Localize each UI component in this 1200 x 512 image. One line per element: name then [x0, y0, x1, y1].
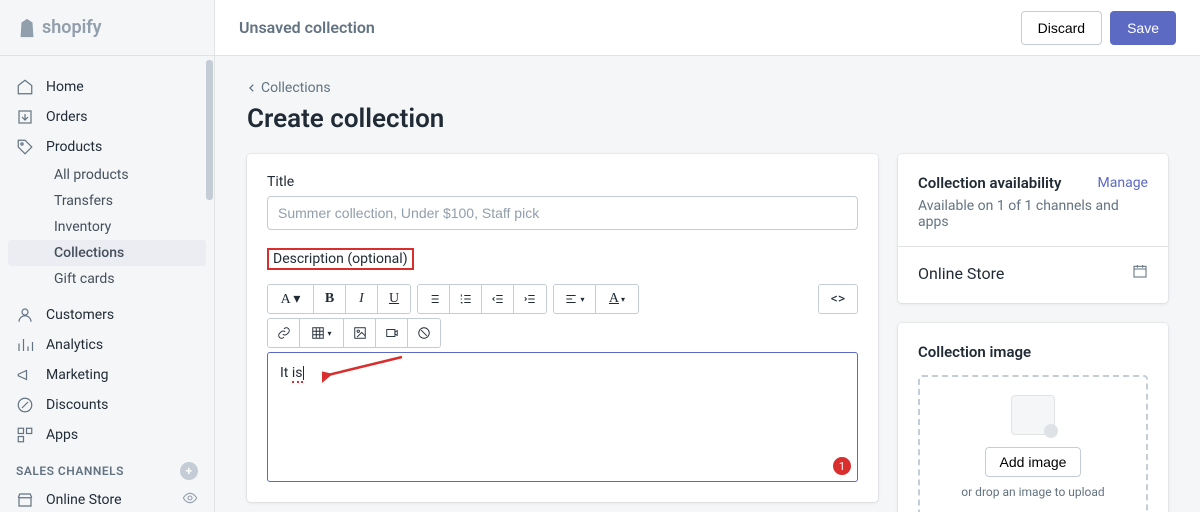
content-row: Title Description (optional) A ▾ B I U [247, 154, 1168, 512]
nav-apps[interactable]: Apps [0, 420, 214, 450]
calendar-icon[interactable] [1132, 263, 1148, 283]
nav-products[interactable]: Products [0, 132, 214, 162]
discounts-icon [16, 396, 34, 414]
image-card-title: Collection image [918, 343, 1148, 361]
divider [898, 246, 1168, 247]
description-editor[interactable]: It is 1 [267, 352, 858, 482]
main-content: Collections Create collection Title Desc… [215, 56, 1200, 512]
nav-label: Customers [46, 307, 114, 323]
title-input[interactable] [267, 196, 858, 230]
nav-home[interactable]: Home [0, 72, 214, 102]
html-button[interactable]: <> [819, 285, 857, 313]
nav-label: Discounts [46, 397, 108, 413]
page-title: Create collection [247, 104, 1168, 134]
outdent-button[interactable] [482, 285, 514, 313]
side-column: Collection availability Manage Available… [898, 154, 1168, 512]
annotation-badge: 1 [833, 457, 851, 475]
breadcrumb-back[interactable]: Collections [247, 80, 1168, 96]
rte-toolbar: A ▾ B I U ▾ A ▾ [267, 284, 858, 348]
view-store-icon[interactable] [182, 490, 198, 510]
channel-name: Online Store [918, 264, 1004, 283]
text-cursor [303, 366, 304, 380]
discard-button[interactable]: Discard [1021, 11, 1102, 45]
collection-form-card: Title Description (optional) A ▾ B I U [247, 154, 878, 502]
topbar-main: Unsaved collection Discard Save [215, 11, 1200, 45]
description-label: Description (optional) [267, 248, 414, 270]
image-dropzone[interactable]: Add image or drop an image to upload [918, 375, 1148, 512]
image-placeholder-icon [1011, 395, 1055, 435]
editor-text-pre: It [280, 365, 292, 381]
logo-area: shopify [0, 0, 215, 55]
description-label-wrap: Description (optional) [267, 248, 858, 276]
availability-text: Available on 1 of 1 channels and apps [918, 198, 1148, 230]
image-card: Collection image Add image or drop an im… [898, 323, 1168, 512]
nav-discounts[interactable]: Discounts [0, 390, 214, 420]
save-button[interactable]: Save [1110, 11, 1176, 45]
add-image-button[interactable]: Add image [985, 447, 1082, 477]
analytics-icon [16, 336, 34, 354]
editor-text-spell: is [292, 365, 303, 383]
clear-format-button[interactable] [408, 319, 440, 347]
underline-button[interactable]: U [378, 285, 410, 313]
marketing-icon [16, 366, 34, 384]
title-label: Title [267, 174, 858, 190]
bold-button[interactable]: B [314, 285, 346, 313]
sidebar: Home Orders Products All products Transf… [0, 56, 215, 512]
topbar: shopify Unsaved collection Discard Save [0, 0, 1200, 56]
nav-label: Orders [46, 109, 88, 125]
customers-icon [16, 306, 34, 324]
annotation-arrow [322, 353, 412, 385]
breadcrumb-label: Collections [261, 80, 331, 96]
sales-channels-label: SALES CHANNELS [16, 464, 124, 478]
page-status-title: Unsaved collection [239, 18, 375, 37]
link-button[interactable] [268, 319, 300, 347]
manage-link[interactable]: Manage [1098, 175, 1148, 191]
layout: Home Orders Products All products Transf… [0, 56, 1200, 512]
orders-icon [16, 108, 34, 126]
color-dropdown[interactable]: A ▾ [596, 285, 638, 313]
products-icon [16, 138, 34, 156]
nav-label: Online Store [46, 492, 170, 508]
availability-card: Collection availability Manage Available… [898, 154, 1168, 303]
nav-label: Apps [46, 427, 78, 443]
scrollbar-thumb[interactable] [206, 60, 213, 200]
subnav-inventory[interactable]: Inventory [8, 214, 206, 240]
store-icon [16, 491, 34, 509]
home-icon [16, 78, 34, 96]
sales-channels-header: SALES CHANNELS + [0, 450, 214, 484]
nav-label: Marketing [46, 367, 109, 383]
chevron-left-icon [247, 83, 257, 93]
channel-row: Online Store [918, 263, 1148, 283]
apps-icon [16, 426, 34, 444]
subnav-all-products[interactable]: All products [8, 162, 206, 188]
shopify-logo[interactable]: shopify [16, 16, 102, 40]
subnav-gift-cards[interactable]: Gift cards [8, 266, 206, 292]
video-button[interactable] [376, 319, 408, 347]
add-channel-button[interactable]: + [180, 462, 198, 480]
brand-text: shopify [42, 17, 102, 38]
nav-online-store[interactable]: Online Store [0, 484, 214, 512]
topbar-actions: Discard Save [1021, 11, 1176, 45]
nav-orders[interactable]: Orders [0, 102, 214, 132]
bullet-list-button[interactable] [418, 285, 450, 313]
number-list-button[interactable] [450, 285, 482, 313]
font-style-dropdown[interactable]: A ▾ [268, 285, 314, 313]
indent-button[interactable] [514, 285, 546, 313]
subnav-collections[interactable]: Collections [8, 240, 206, 266]
nav-customers[interactable]: Customers [0, 300, 214, 330]
nav-analytics[interactable]: Analytics [0, 330, 214, 360]
drop-text: or drop an image to upload [930, 485, 1136, 499]
subnav-transfers[interactable]: Transfers [8, 188, 206, 214]
align-dropdown[interactable]: ▾ [554, 285, 596, 313]
nav-marketing[interactable]: Marketing [0, 360, 214, 390]
nav-label: Home [46, 79, 84, 95]
nav-label: Analytics [46, 337, 103, 353]
image-button[interactable] [344, 319, 376, 347]
availability-title: Collection availability [918, 174, 1061, 192]
italic-button[interactable]: I [346, 285, 378, 313]
nav-label: Products [46, 139, 102, 155]
table-dropdown[interactable]: ▾ [300, 319, 344, 347]
